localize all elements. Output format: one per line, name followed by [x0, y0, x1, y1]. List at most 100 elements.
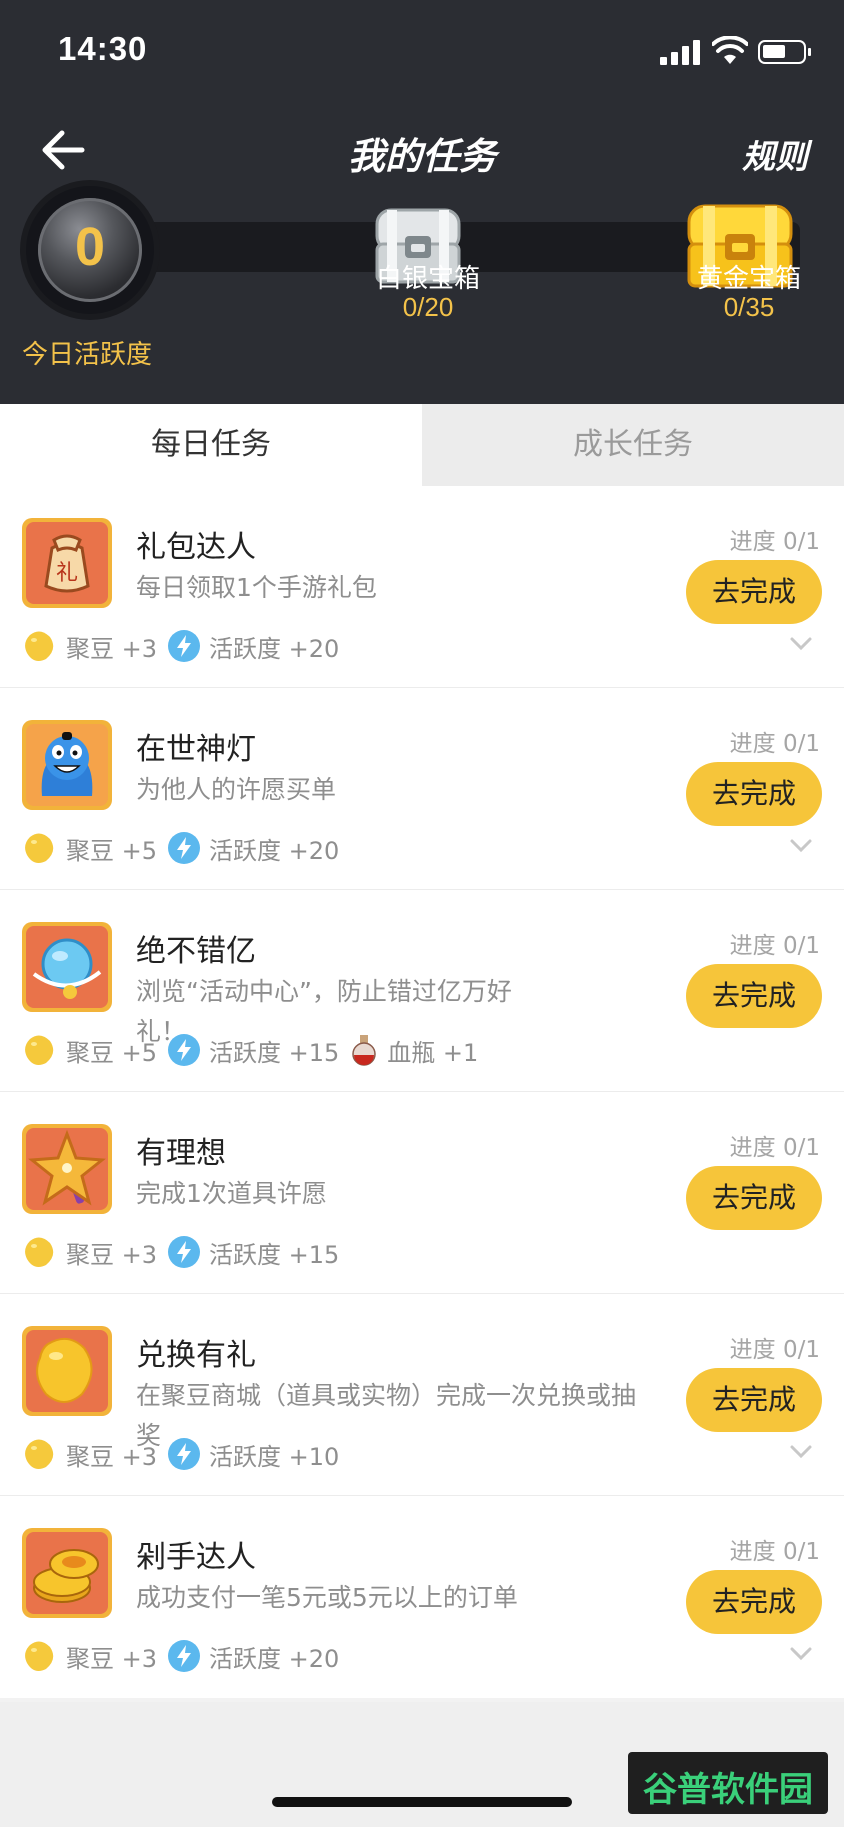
status-time: 14:30 [58, 30, 148, 67]
watermark: 谷普软件园 [628, 1752, 828, 1814]
gold-chest-name: 黄金宝箱 [696, 264, 801, 294]
chevron-down-icon[interactable] [788, 1640, 814, 1666]
reward-activity: 活跃度 +20 [167, 831, 339, 866]
task-rewards: 聚豆 +3 活跃度 +20 [22, 1636, 349, 1676]
page-title: 我的任务 [348, 135, 496, 178]
chevron-down-icon[interactable] [788, 630, 814, 656]
task-title: 绝不错亿 [136, 934, 256, 969]
tab-daily-tasks[interactable]: 每日任务 [0, 404, 422, 486]
silver-chest-count: 0/20 [402, 292, 454, 322]
signal-icon [660, 39, 702, 65]
home-indicator[interactable] [272, 1797, 572, 1807]
genie-icon [22, 720, 112, 810]
bean-icon [25, 631, 54, 661]
task-title: 在世神灯 [136, 732, 256, 767]
task-description: 成功支付一笔5元或5元以上的订单 [136, 1583, 518, 1612]
task-rewards: 聚豆 +3 活跃度 +15 [22, 1232, 349, 1272]
task-rewards: 聚豆 +5 活跃度 +20 [22, 828, 349, 868]
task-progress: 进度 0/1 [729, 933, 820, 959]
task-item: 剁手达人 成功支付一笔5元或5元以上的订单 进度 0/1 去完成 聚豆 +3 活… [0, 1496, 844, 1698]
task-item: 绝不错亿 浏览“活动中心”，防止错过亿万好礼！ 进度 0/1 去完成 聚豆 +5… [0, 890, 844, 1092]
reward-potion-text: 血瓶 +1 [387, 1038, 479, 1067]
globe-icon [22, 922, 112, 1012]
activity-icon [168, 630, 201, 662]
reward-activity: 活跃度 +15 [167, 1235, 339, 1270]
reward-activity: 活跃度 +15 [167, 1033, 339, 1068]
bean-icon [25, 1641, 54, 1671]
reward-bean: 聚豆 +3 [22, 1639, 157, 1674]
task-item: 在世神灯 为他人的许愿买单 进度 0/1 去完成 聚豆 +5 活跃度 +20 [0, 688, 844, 890]
task-progress: 进度 0/1 [729, 1337, 820, 1363]
complete-task-button[interactable]: 去完成 [686, 1166, 822, 1230]
svg-text:礼: 礼 [56, 561, 78, 586]
bean-large-icon [22, 1326, 112, 1416]
reward-bean: 聚豆 +3 [22, 1437, 157, 1472]
reward-activity: 活跃度 +20 [167, 629, 339, 664]
reward-bean: 聚豆 +5 [22, 1033, 157, 1068]
task-item: 礼 礼包达人 每日领取1个手游礼包 进度 0/1 去完成 聚豆 +3 活跃度 +… [0, 486, 844, 688]
task-rewards: 聚豆 +5 活跃度 +15 血瓶 +1 [22, 1030, 488, 1070]
activity-icon [168, 1236, 201, 1268]
reward-bean-text: 聚豆 +3 [66, 634, 158, 663]
task-tabs: 每日任务 成长任务 [0, 404, 844, 486]
task-item: 有理想 完成1次道具许愿 进度 0/1 去完成 聚豆 +3 活跃度 +15 [0, 1092, 844, 1294]
reward-bean-text: 聚豆 +5 [66, 1038, 158, 1067]
tab-growth-tasks[interactable]: 成长任务 [422, 404, 844, 486]
silver-chest-name: 白银宝箱 [375, 264, 480, 294]
task-title: 兑换有礼 [136, 1338, 256, 1373]
task-rewards: 聚豆 +3 活跃度 +20 [22, 626, 349, 666]
activity-orb: 0 [26, 186, 154, 314]
silver-chest[interactable]: 白银宝箱 0/20 [373, 206, 483, 322]
bean-icon [25, 1237, 54, 1267]
chevron-down-icon[interactable] [788, 832, 814, 858]
task-description: 每日领取1个手游礼包 [136, 573, 377, 602]
task-title: 有理想 [136, 1136, 226, 1171]
star-wand-icon [22, 1124, 112, 1214]
gold-chest-count: 0/35 [723, 292, 775, 322]
bean-icon [25, 1439, 54, 1469]
activity-icon [168, 1640, 201, 1672]
task-progress: 进度 0/1 [729, 1135, 820, 1161]
reward-bean-text: 聚豆 +3 [66, 1644, 158, 1673]
activity-icon [168, 832, 201, 864]
bean-icon [25, 833, 54, 863]
gold-chest[interactable]: 黄金宝箱 0/35 [685, 202, 801, 322]
bean-icon [25, 1035, 54, 1065]
reward-bean: 聚豆 +5 [22, 831, 157, 866]
reward-bean: 聚豆 +3 [22, 629, 157, 664]
task-progress: 进度 0/1 [729, 529, 820, 555]
chevron-down-icon[interactable] [788, 1438, 814, 1464]
coins-icon [22, 1528, 112, 1618]
reward-bean-text: 聚豆 +3 [66, 1240, 158, 1269]
reward-activity-text: 活跃度 +20 [209, 634, 340, 663]
complete-task-button[interactable]: 去完成 [686, 560, 822, 624]
reward-bean: 聚豆 +3 [22, 1235, 157, 1270]
complete-task-button[interactable]: 去完成 [686, 1368, 822, 1432]
reward-activity-text: 活跃度 +15 [209, 1038, 340, 1067]
complete-task-button[interactable]: 去完成 [686, 964, 822, 1028]
task-list: 礼 礼包达人 每日领取1个手游礼包 进度 0/1 去完成 聚豆 +3 活跃度 +… [0, 486, 844, 1698]
complete-task-button[interactable]: 去完成 [686, 1570, 822, 1634]
task-description: 完成1次道具许愿 [136, 1179, 327, 1208]
gift-bag-icon: 礼 [22, 518, 112, 608]
task-title: 礼包达人 [136, 530, 256, 565]
task-description: 为他人的许愿买单 [136, 775, 337, 804]
task-item: 兑换有礼 在聚豆商城（道具或实物）完成一次兑换或抽奖 进度 0/1 去完成 聚豆… [0, 1294, 844, 1496]
complete-task-button[interactable]: 去完成 [686, 762, 822, 826]
reward-activity-text: 活跃度 +20 [209, 1644, 340, 1673]
header: 14:30 我的任务 规则 0 今日活跃度 白银宝箱 0/20 黄金宝箱 0/3… [0, 0, 844, 404]
watermark-text: 谷普软件园 [643, 1770, 813, 1810]
reward-activity: 活跃度 +10 [167, 1437, 339, 1472]
task-progress: 进度 0/1 [729, 731, 820, 757]
battery-icon [758, 40, 811, 64]
status-bar: 14:30 [0, 0, 844, 104]
rules-link[interactable]: 规则 [742, 130, 808, 178]
reward-activity-text: 活跃度 +10 [209, 1442, 340, 1471]
activity-icon [168, 1034, 201, 1066]
task-rewards: 聚豆 +3 活跃度 +10 [22, 1434, 349, 1474]
reward-activity: 活跃度 +20 [167, 1639, 339, 1674]
reward-bean-text: 聚豆 +5 [66, 836, 158, 865]
nav-bar: 我的任务 规则 [0, 110, 844, 190]
activity-icon [168, 1438, 201, 1470]
reward-potion: 血瓶 +1 [349, 1033, 478, 1068]
